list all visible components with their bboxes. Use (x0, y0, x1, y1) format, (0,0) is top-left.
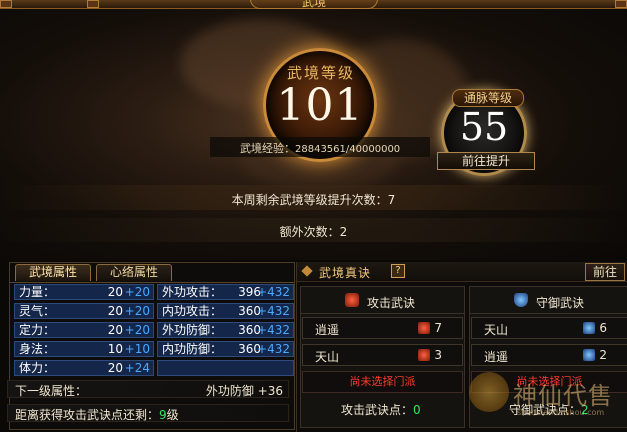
help-icon[interactable]: ? (391, 264, 405, 278)
next-level-label: 下一级属性： (15, 384, 88, 398)
attribute-label: 定力： (19, 323, 56, 337)
stat-cell-empty (157, 360, 294, 376)
attack-points-value: 0 (413, 403, 421, 417)
attribute-bonus: +20 (124, 285, 150, 299)
distance-row: 距离获得攻击武诀点还剩：9级 (7, 404, 289, 422)
defense-entry[interactable]: 逍遥 2 (471, 344, 627, 366)
stat-bonus: +432 (257, 304, 290, 318)
diamond-icon (301, 265, 313, 277)
entry-value: 3 (434, 348, 442, 362)
defense-formula-title: 守御武诀 (536, 296, 585, 310)
stat-label: 外功攻击： (162, 285, 223, 299)
attack-emblem-icon (418, 349, 430, 361)
attack-entry[interactable]: 逍遥 7 (302, 317, 463, 339)
attribute-label: 身法： (19, 342, 56, 356)
defense-points-label: 守御武诀点： (509, 403, 582, 417)
wujing-window: 武境 ? 武境等级 101 通脉等级 55 武境经验：28843561/4000… (0, 0, 627, 432)
tongmai-level-value: 55 (459, 105, 509, 149)
attribute-label: 力量： (19, 285, 56, 299)
wujing-level-value: 101 (276, 80, 364, 131)
attribute-bonus: +20 (124, 304, 150, 318)
corner-decoration-mid (87, 0, 99, 8)
attribute-base: 20 (107, 361, 123, 375)
attack-entry[interactable]: 天山 3 (302, 344, 463, 366)
tab-wujing-attributes[interactable]: 武境属性 (15, 264, 91, 281)
attribute-cell: 灵气： 20 +20 (14, 303, 154, 319)
entry-value: 6 (599, 321, 607, 335)
stat-cell: 内功防御： 360 +432 (157, 341, 294, 357)
goto-upgrade-button[interactable]: 前往提升 (437, 152, 535, 170)
defense-points: 守御武诀点：2 (509, 401, 589, 418)
tab-xinluo-attributes[interactable]: 心络属性 (96, 264, 172, 281)
next-level-value: 外功防御 +36 (205, 384, 283, 398)
attribute-cell: 定力： 20 +20 (14, 322, 154, 338)
attribute-cell: 力量： 20 +20 (14, 284, 154, 300)
window-title: 武境 (250, 0, 378, 9)
entry-value: 2 (599, 348, 607, 362)
attribute-base: 10 (107, 342, 123, 356)
defense-formula-header: 守御武诀 (470, 287, 627, 314)
attack-points-label: 攻击武诀点： (341, 403, 414, 417)
attribute-label: 体力： (19, 361, 56, 375)
extra-count-text: 额外次数：2 (279, 225, 348, 239)
next-level-row: 下一级属性： 外功防御 +36 (7, 380, 289, 398)
attack-emblem-icon (418, 322, 430, 334)
weekly-remaining-text: 本周剩余武境等级提升次数：7 (231, 193, 396, 207)
defense-emblem-icon (583, 322, 595, 334)
corner-decoration-left (0, 0, 12, 8)
true-formula-title: 武境真诀 (319, 266, 372, 280)
stat-cell: 外功防御： 360 +432 (157, 322, 294, 338)
attribute-bonus: +10 (124, 342, 150, 356)
distance-value: 9 (159, 408, 167, 422)
stat-label: 内功攻击： (162, 304, 223, 318)
defense-notice: 尚未选择门派 (471, 371, 627, 393)
defense-emblem-icon (514, 293, 528, 307)
distance-prefix: 距离获得攻击武诀点还剩： (15, 408, 160, 422)
entry-value: 7 (434, 321, 442, 335)
attribute-base: 20 (107, 304, 123, 318)
experience-value: 28843561/40000000 (295, 144, 401, 155)
distance-text: 距离获得攻击武诀点还剩：9级 (15, 406, 179, 423)
entry-name: 逍遥 (315, 323, 340, 337)
stat-bonus: +432 (257, 342, 290, 356)
attack-formula-header: 攻击武诀 (301, 287, 464, 314)
attribute-cell: 身法： 10 +10 (14, 341, 154, 357)
attribute-base: 20 (107, 323, 123, 337)
stat-label: 内功防御： (162, 342, 223, 356)
experience-label: 武境经验： (240, 142, 295, 155)
attack-points: 攻击武诀点：0 (341, 401, 421, 418)
attack-formula-title: 攻击武诀 (367, 296, 416, 310)
attack-emblem-icon (345, 293, 359, 307)
attribute-bonus: +20 (124, 323, 150, 337)
attribute-bonus: +24 (124, 361, 150, 375)
entry-name: 天山 (315, 350, 340, 364)
defense-points-value: 2 (581, 403, 589, 417)
attribute-label: 灵气： (19, 304, 56, 318)
stat-cell: 内功攻击： 360 +432 (157, 303, 294, 319)
entry-name: 逍遥 (484, 350, 509, 364)
attack-notice: 尚未选择门派 (302, 371, 463, 393)
attribute-base: 20 (107, 285, 123, 299)
tab-divider (10, 282, 294, 283)
defense-entry[interactable]: 天山 6 (471, 317, 627, 339)
distance-suffix: 级 (166, 408, 179, 422)
close-button[interactable] (615, 0, 627, 8)
experience-line: 武境经验：28843561/40000000 (240, 140, 400, 156)
true-formula-header: 武境真诀 ? 前往 (297, 262, 627, 282)
stat-label: 外功防御： (162, 323, 223, 337)
goto-button[interactable]: 前往 (585, 263, 625, 281)
entry-name: 天山 (484, 323, 509, 337)
stat-bonus: +432 (257, 285, 290, 299)
true-formula-panel: 武境真诀 ? 前往 攻击武诀 逍遥 7 天山 3 尚未选择门派 攻击武诀点：0 (296, 262, 627, 432)
stat-bonus: +432 (257, 323, 290, 337)
defense-emblem-icon (583, 349, 595, 361)
stat-cell: 外功攻击： 396 +432 (157, 284, 294, 300)
attribute-cell: 体力： 20 +24 (14, 360, 154, 376)
